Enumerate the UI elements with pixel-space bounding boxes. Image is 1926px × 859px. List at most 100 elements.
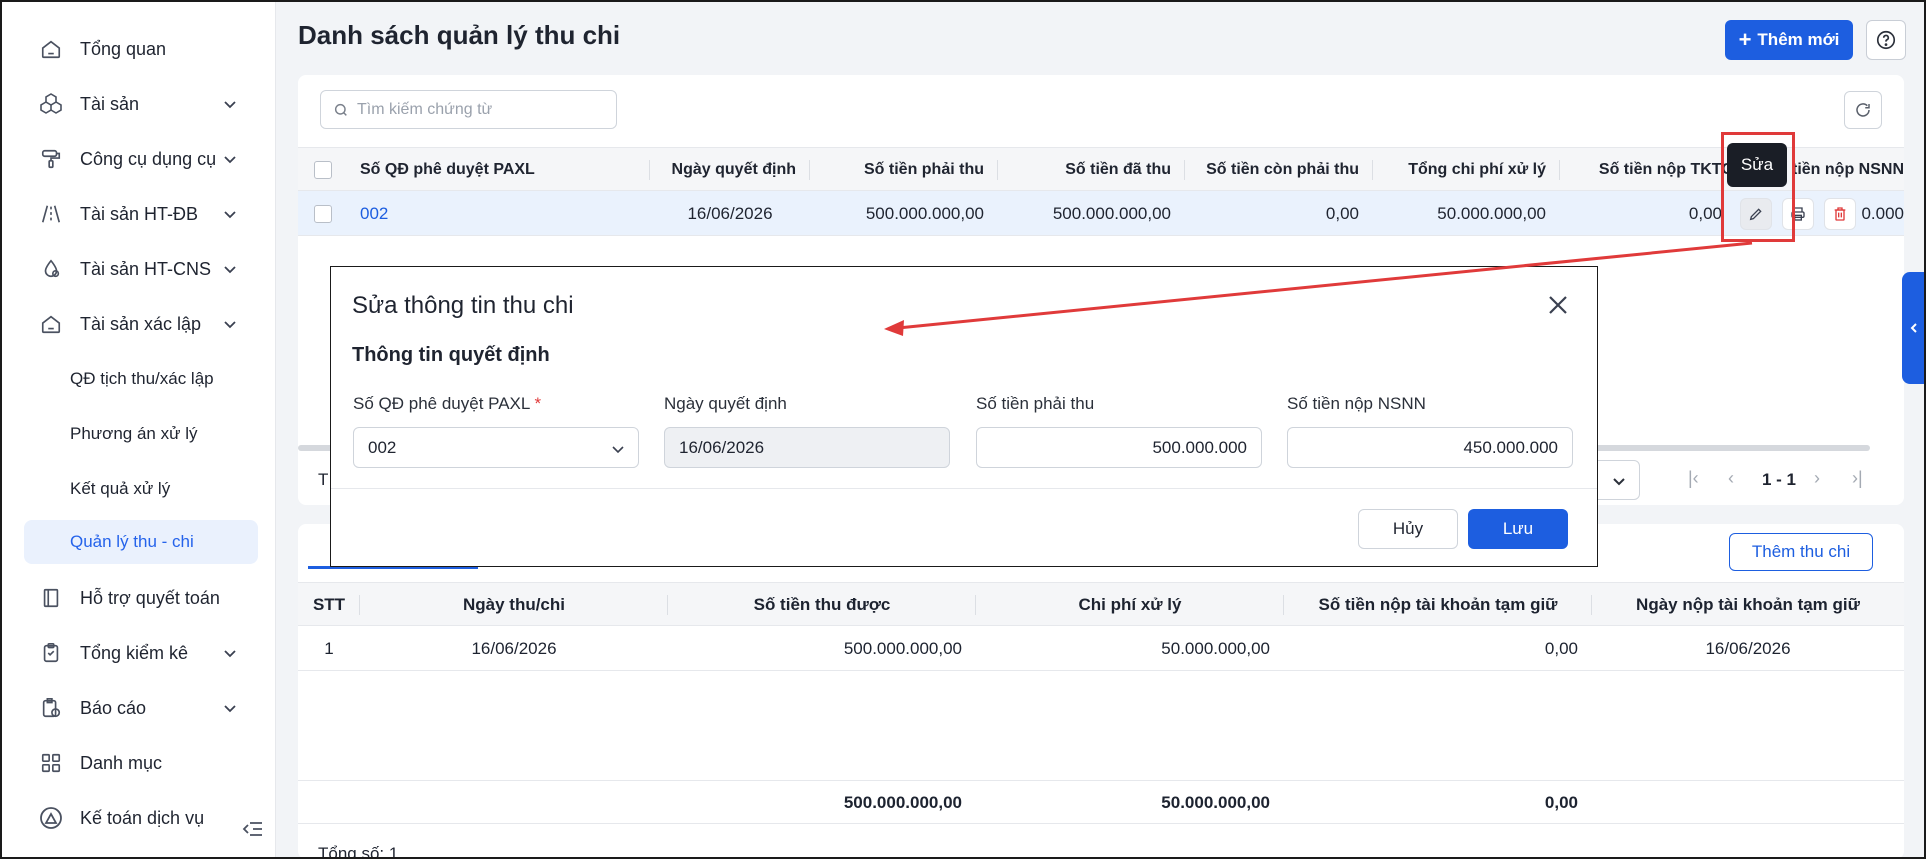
sum-processing-cost: 50.000.000,00 [1161, 793, 1270, 812]
sidebar-item-bao-cao[interactable]: Báo cáo [22, 686, 258, 730]
amount-collected: 500.000.000,00 [1052, 203, 1171, 223]
help-button[interactable] [1866, 20, 1906, 60]
sidebar-subitem-phuong-an[interactable]: Phương án xử lý [24, 412, 258, 456]
section-title: Thông tin quyết định [352, 344, 550, 366]
column-header: Số tiền thu được [668, 583, 976, 627]
plus-icon: + [1738, 27, 1752, 52]
row-index: 1 [324, 638, 334, 658]
table-header: Số QĐ phê duyệt PAXL Ngày quyết định Số … [298, 147, 1904, 191]
chevron-down-icon [224, 156, 236, 164]
column-header[interactable]: Số tiền đã thu [998, 148, 1185, 192]
total-count: Tổng số: 1 [318, 844, 399, 859]
chevron-down-icon [224, 266, 236, 274]
sidebar-item-label: Quản lý thu - chi [70, 532, 194, 551]
decision-number-link[interactable]: 002 [360, 191, 650, 236]
holding-account-date: 16/06/2026 [1705, 638, 1791, 658]
processing-cost: 50.000.000,00 [1161, 638, 1270, 658]
refresh-button[interactable] [1844, 91, 1882, 129]
book-icon [38, 585, 64, 611]
sidebar-item-ht-db[interactable]: Tài sản HT-ĐB [22, 192, 258, 236]
nsnn-amount: 0.000 [1861, 203, 1904, 223]
report-icon [38, 695, 64, 721]
column-header[interactable]: Số tiền nộp TKTG [1560, 148, 1748, 192]
sidebar-subitem-ket-qua[interactable]: Kết quả xử lý [24, 467, 258, 511]
question-icon [1876, 30, 1896, 50]
field-label-decision-date: Ngày quyết định [664, 394, 787, 413]
search-placeholder: Tìm kiếm chứng từ [357, 100, 493, 118]
column-header[interactable]: Ngày quyết định [650, 148, 810, 192]
add-transaction-button[interactable]: Thêm thu chi [1729, 533, 1873, 571]
decision-number-value: 002 [368, 437, 397, 457]
detail-table-row[interactable]: 1 16/06/2026 500.000.000,00 50.000.000,0… [298, 626, 1904, 671]
collapse-sidebar-icon[interactable] [242, 820, 264, 838]
boxes-icon [38, 91, 64, 117]
column-header: Ngày thu/chi [360, 583, 668, 627]
next-page-icon[interactable]: › [1814, 468, 1820, 489]
nsnn-amount-field[interactable]: 450.000.000 [1287, 427, 1573, 468]
detail-table-header: STT Ngày thu/chi Số tiền thu được Chi ph… [298, 582, 1904, 626]
column-header: Số tiền nộp tài khoản tạm giữ [1284, 583, 1592, 627]
search-icon [334, 103, 347, 116]
sidebar-item-tai-san[interactable]: Tài sản [22, 82, 258, 126]
sidebar-item-label: Tài sản [80, 93, 140, 114]
chevron-down-icon [224, 705, 236, 713]
select-all-checkbox[interactable] [314, 148, 354, 192]
sidebar-item-ht-cns[interactable]: Tài sản HT-CNS [22, 247, 258, 291]
sidebar-item-danh-muc[interactable]: Danh mục [22, 741, 258, 785]
sidebar-item-label: Tài sản xác lập [80, 313, 202, 334]
sidebar-item-ke-toan[interactable]: Kế toán dịch vụ [22, 796, 258, 840]
sidebar-item-tong-quan[interactable]: Tổng quan [22, 27, 258, 71]
amount-received: 500.000.000,00 [843, 638, 962, 658]
table-row[interactable]: 002 16/06/2026 500.000.000,00 500.000.00… [298, 191, 1904, 236]
holding-account-amount: 0,00 [1544, 638, 1578, 658]
chevron-down-icon [224, 101, 236, 109]
page-title: Danh sách quản lý thu chi [298, 20, 621, 50]
sidebar-item-label: Kết quả xử lý [70, 479, 171, 498]
triangle-logo-icon [38, 805, 64, 831]
nsnn-amount-value: 450.000.000 [1463, 437, 1558, 457]
sidebar-subitem-qd-tich-thu[interactable]: QĐ tịch thu/xác lập [24, 357, 258, 401]
column-header[interactable]: Số tiền phải thu [810, 148, 998, 192]
sidebar: Tổng quan Tài sản Công cụ dụng cụ Tài sả… [2, 2, 276, 857]
decision-date-field: 16/06/2026 [664, 427, 950, 468]
clipboard-icon [38, 640, 64, 666]
sidebar-subitem-thu-chi[interactable]: Quản lý thu - chi [24, 520, 258, 564]
prev-page-icon[interactable]: ‹ [1728, 468, 1734, 489]
page-range: 1 - 1 [1762, 470, 1797, 489]
sidebar-item-xac-lap[interactable]: Tài sản xác lập [22, 302, 258, 346]
sidebar-item-label: Hỗ trợ quyết toán [80, 587, 220, 608]
receivable-amount-field[interactable]: 500.000.000 [976, 427, 1262, 468]
add-new-label: Thêm mới [1757, 30, 1840, 49]
modal-divider [331, 488, 1597, 489]
decision-date-value: 16/06/2026 [679, 437, 765, 457]
chevron-down-icon [612, 446, 624, 454]
sidebar-item-quyet-toan[interactable]: Hỗ trợ quyết toán [22, 576, 258, 620]
summary-row: 500.000.000,00 50.000.000,00 0,00 [298, 780, 1904, 824]
sum-holding-amount: 0,00 [1544, 793, 1578, 812]
column-header[interactable]: Số tiền còn phải thu [1185, 148, 1373, 192]
side-panel-toggle[interactable] [1902, 272, 1926, 384]
search-input[interactable]: Tìm kiếm chứng từ [320, 90, 617, 129]
close-icon[interactable] [1546, 293, 1570, 317]
sidebar-item-label: Kế toán dịch vụ [80, 807, 205, 828]
add-new-button[interactable]: + Thêm mới [1725, 20, 1853, 60]
column-header[interactable]: Tổng chi phí xử lý [1373, 148, 1560, 192]
cancel-button[interactable]: Hủy [1358, 509, 1458, 549]
column-header: Chi phí xử lý [976, 583, 1284, 627]
save-button[interactable]: Lưu [1468, 509, 1568, 549]
decision-date: 16/06/2026 [687, 203, 773, 223]
first-page-icon[interactable]: |‹ [1688, 468, 1699, 489]
water-drop-icon [38, 256, 64, 282]
row-checkbox[interactable] [314, 191, 354, 236]
sidebar-item-label: Tổng quan [80, 38, 167, 59]
column-header[interactable]: Số QĐ phê duyệt PAXL [360, 148, 650, 192]
decision-number-select[interactable]: 002 [353, 427, 639, 468]
sidebar-item-kiem-ke[interactable]: Tổng kiểm kê [22, 631, 258, 675]
last-page-icon[interactable]: ›| [1852, 468, 1863, 489]
column-header: Ngày nộp tài khoản tạm giữ [1636, 595, 1860, 614]
amount-remaining: 0,00 [1325, 203, 1359, 223]
chevron-down-icon [224, 211, 236, 219]
refresh-icon [1856, 103, 1870, 117]
sidebar-item-cong-cu[interactable]: Công cụ dụng cụ [22, 137, 258, 181]
delete-button[interactable] [1824, 198, 1856, 230]
